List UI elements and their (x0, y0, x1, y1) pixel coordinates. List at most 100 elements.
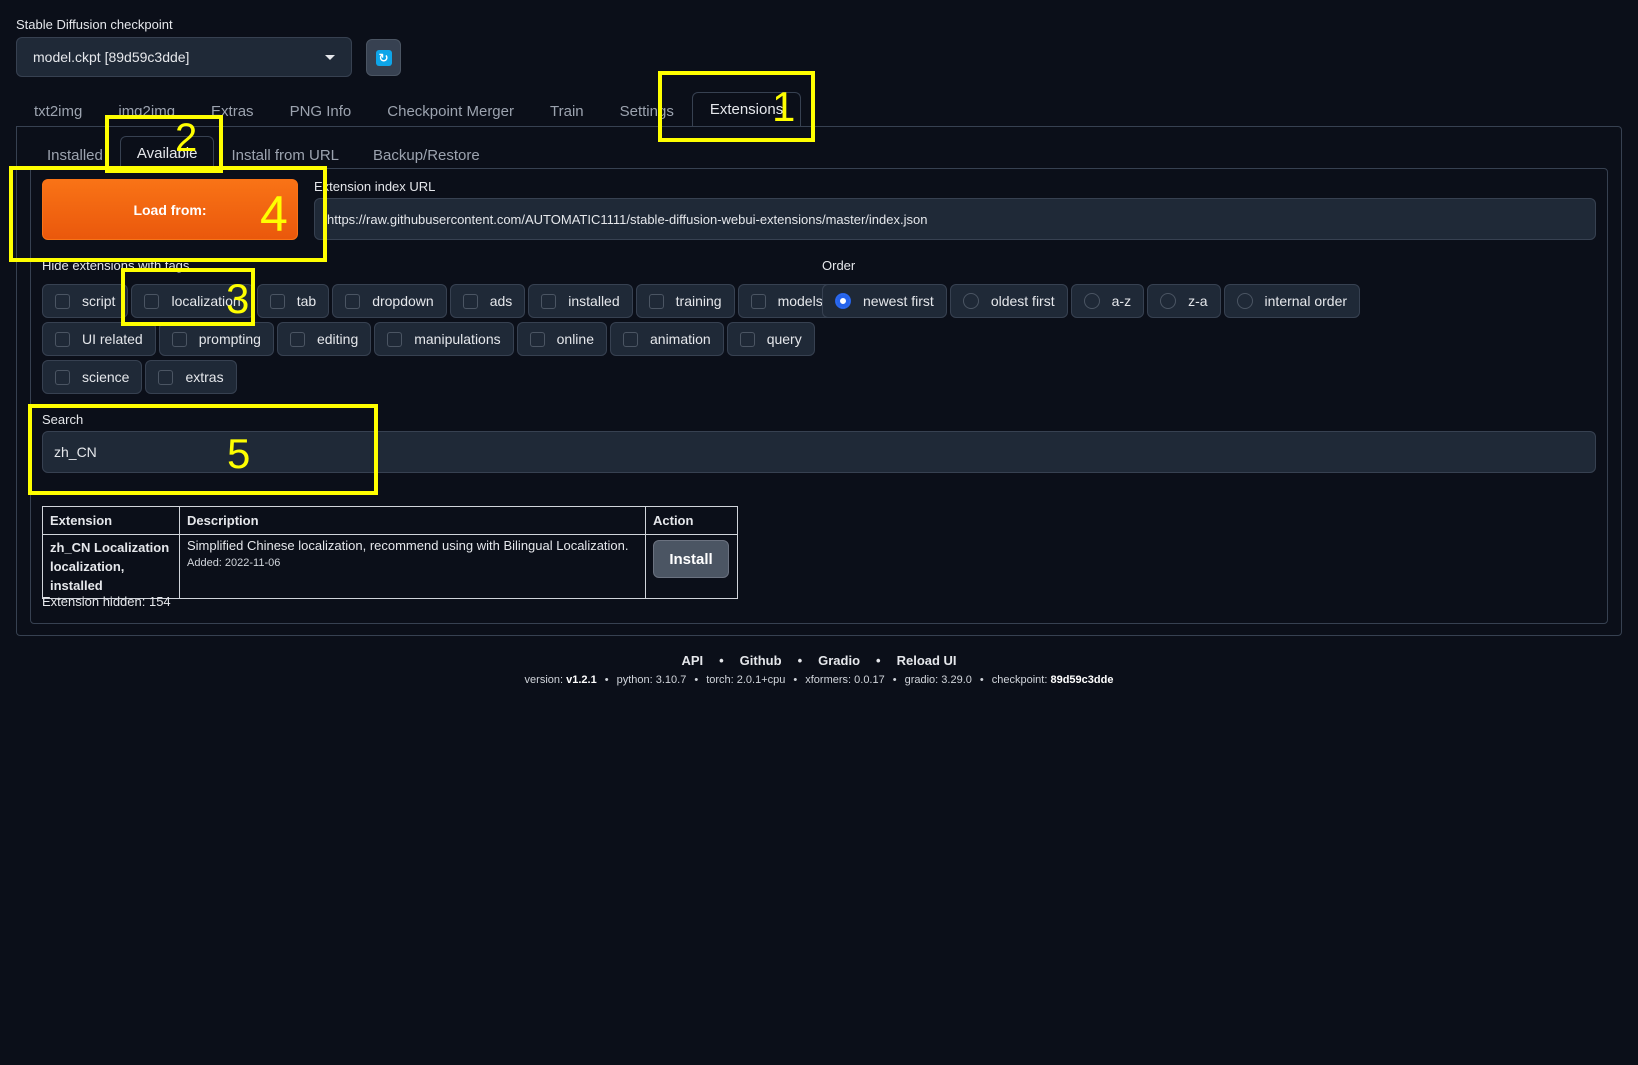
tag-label: animation (650, 331, 711, 347)
tag-checkbox-dropdown[interactable]: dropdown (332, 284, 447, 318)
annotation-number-3: 3 (226, 275, 250, 322)
order-option-label: z-a (1188, 293, 1208, 309)
tag-checkbox-manipulations[interactable]: manipulations (374, 322, 514, 356)
tab-train[interactable]: Train (532, 96, 602, 126)
checkbox-icon[interactable] (158, 369, 174, 385)
tag-checkbox-extras[interactable]: extras (145, 360, 237, 394)
checkbox-icon[interactable] (55, 369, 70, 385)
checkpoint-value: model.ckpt [89d59c3dde] (33, 49, 190, 65)
tag-label: editing (316, 331, 359, 347)
action-cell: Install (645, 534, 738, 599)
footer-link-api[interactable]: API (681, 653, 703, 668)
tag-label: ads (489, 293, 513, 309)
checkbox-icon[interactable] (55, 331, 70, 347)
checkbox-icon[interactable] (387, 331, 403, 347)
tag-checkbox-query[interactable]: query (726, 322, 815, 356)
tag-label: extras (185, 369, 224, 385)
tag-checkbox-training[interactable]: training (635, 284, 735, 318)
annotation-number-1: 1 (772, 83, 796, 130)
order-option-newest-first[interactable]: newest first (822, 284, 947, 318)
footer-torch: torch: 2.0.1+cpu (706, 674, 786, 686)
tab-txt2img[interactable]: txt2img (16, 96, 100, 126)
radio-icon[interactable] (1083, 293, 1100, 309)
annotation-number-2: 2 (175, 116, 198, 160)
chevron-down-icon (325, 54, 335, 60)
refresh-checkpoint-button[interactable]: ↻ (366, 39, 401, 76)
order-label: Order (822, 258, 856, 273)
footer-xformers: xformers: 0.0.17 (805, 674, 885, 686)
column-header-description: Description (179, 506, 646, 535)
footer-link-github[interactable]: Github (740, 653, 782, 668)
tag-checkbox-editing[interactable]: editing (276, 322, 372, 356)
separator-dot: • (876, 653, 881, 668)
tag-checkbox-animation[interactable]: animation (610, 322, 724, 356)
footer-python: python: 3.10.7 (616, 674, 687, 686)
checkbox-icon[interactable] (739, 331, 755, 347)
tag-checkbox-online[interactable]: online (516, 322, 607, 356)
footer-link-reload-ui[interactable]: Reload UI (897, 653, 957, 668)
tag-checkbox-ui-related[interactable]: UI related (42, 322, 156, 356)
tag-checkbox-script[interactable]: script (42, 284, 129, 318)
footer-link-gradio[interactable]: Gradio (818, 653, 860, 668)
tag-checkbox-installed[interactable]: installed (528, 284, 633, 318)
tab-checkpoint-merger[interactable]: Checkpoint Merger (369, 96, 532, 126)
radio-icon[interactable] (835, 293, 851, 309)
radio-icon[interactable] (962, 293, 979, 309)
tag-checkbox-science[interactable]: science (42, 360, 143, 394)
tab-backup-restore[interactable]: Backup/Restore (356, 140, 497, 170)
extension-name-link[interactable]: zh_CN Localization (50, 538, 172, 557)
table-row: zh_CN Localization localization, install… (42, 534, 738, 599)
extension-added-date: Added: 2022-11-06 (187, 557, 281, 569)
index-url-input[interactable]: https://raw.githubusercontent.com/AUTOMA… (314, 198, 1596, 240)
annotation-box-5 (28, 404, 378, 495)
order-option-oldest-first[interactable]: oldest first (949, 284, 1068, 318)
footer-checkpoint: checkpoint: 89d59c3dde (991, 674, 1114, 686)
checkbox-icon[interactable] (529, 331, 545, 347)
extensions-table: Extension Description Action zh_CN Local… (42, 506, 738, 599)
tag-label: installed (568, 293, 620, 309)
tag-label: tab (296, 293, 317, 309)
annotation-number-5: 5 (227, 430, 251, 477)
tag-label: prompting (198, 331, 261, 347)
footer-versions: version: v1.2.1 • python: 3.10.7 • torch… (524, 674, 1114, 686)
tag-label: online (556, 331, 594, 347)
order-option-label: oldest first (990, 293, 1055, 309)
tag-checkbox-models[interactable]: models (737, 284, 836, 318)
tag-label: query (766, 331, 802, 347)
order-option-z-a[interactable]: z-a (1147, 284, 1221, 318)
column-header-extension: Extension (42, 506, 180, 535)
checkbox-icon[interactable] (462, 293, 478, 309)
checkbox-icon[interactable] (55, 293, 70, 309)
order-option-internal-order[interactable]: internal order (1223, 284, 1361, 318)
checkpoint-label: Stable Diffusion checkpoint (16, 17, 173, 32)
extension-cell: zh_CN Localization localization, install… (42, 534, 180, 599)
order-option-a-z[interactable]: a-z (1070, 284, 1145, 318)
checkbox-icon[interactable] (541, 293, 557, 309)
checkbox-icon[interactable] (623, 331, 638, 347)
checkbox-icon[interactable] (648, 293, 664, 309)
checkbox-icon[interactable] (269, 293, 285, 309)
footer-links: API • Github • Gradio • Reload UI (0, 653, 1638, 668)
annotation-box-2 (105, 115, 223, 173)
tab-png-info[interactable]: PNG Info (272, 96, 370, 126)
checkbox-icon[interactable] (345, 293, 361, 309)
tag-checkbox-ads[interactable]: ads (449, 284, 526, 318)
separator-dot: • (797, 653, 803, 668)
tag-label: UI related (82, 331, 143, 347)
checkbox-icon[interactable] (750, 293, 766, 309)
tag-label: models (777, 293, 823, 309)
checkpoint-dropdown[interactable]: model.ckpt [89d59c3dde] (16, 37, 352, 77)
checkbox-icon[interactable] (171, 331, 187, 347)
tag-label: dropdown (372, 293, 434, 309)
radio-icon[interactable] (1160, 293, 1177, 309)
extension-hidden-count: Extension hidden: 154 (42, 594, 171, 609)
tag-checkbox-prompting[interactable]: prompting (158, 322, 274, 356)
tag-checkbox-tab[interactable]: tab (256, 284, 330, 318)
separator-dot: • (719, 653, 724, 668)
radio-icon[interactable] (1236, 293, 1253, 309)
checkbox-icon[interactable] (289, 331, 305, 347)
tag-label: manipulations (414, 331, 501, 347)
install-button[interactable]: Install (653, 540, 729, 578)
footer-gradio: gradio: 3.29.0 (904, 674, 972, 686)
order-option-label: a-z (1111, 293, 1132, 309)
